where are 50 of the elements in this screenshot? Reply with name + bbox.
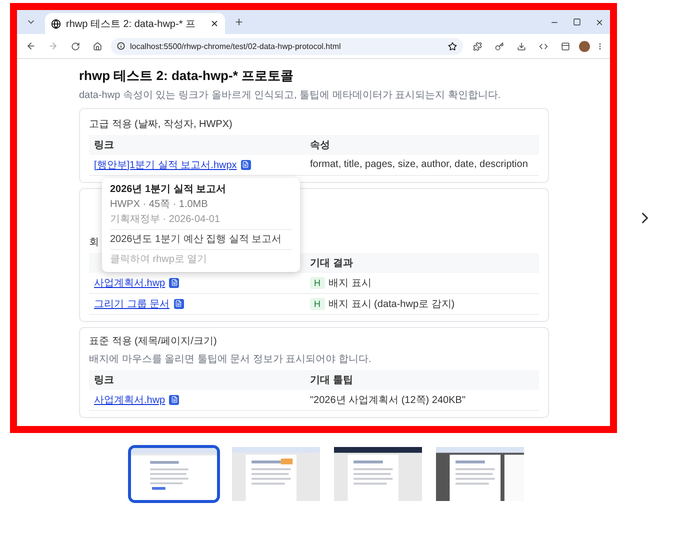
link[interactable]: 사업계획서.hwp xyxy=(94,392,166,406)
format-tag: H xyxy=(310,298,324,310)
panel-icon xyxy=(560,42,570,50)
info-icon xyxy=(117,42,125,50)
tooltip-hint: 클릭하여 rhwp로 열기 xyxy=(110,248,292,266)
page-description: data-hwp 속성이 있는 링크가 올바르게 인식되고, 툴팁에 메타데이터가 표시되는지 확인합니다. xyxy=(79,90,502,102)
download-icon xyxy=(516,42,526,50)
result-text: 배지 표시 (data-hwp로 감지) xyxy=(328,298,455,310)
column-header: 속성 xyxy=(305,134,539,154)
tooltip-meta: HWPX · 45쪽 · 1.0MB xyxy=(110,198,209,210)
column-header: 기대 툴팁 xyxy=(305,370,539,390)
bookmark-icon[interactable] xyxy=(448,42,457,50)
link[interactable]: [행안부]1분기 실적 보고서.hwpx xyxy=(94,158,237,172)
tooltip-title: 2026년 1분기 실적 보고서 xyxy=(110,184,228,196)
section-title: 고급 적용 (날짜, 작성자, HWPX) xyxy=(89,118,232,130)
code-icon xyxy=(538,42,548,50)
key-icon xyxy=(494,42,504,50)
close-icon[interactable] xyxy=(210,19,219,28)
forward-arrow-icon xyxy=(48,41,58,51)
file-badge-icon xyxy=(174,298,184,308)
back-arrow-icon xyxy=(26,41,36,51)
column-header: 기대 결과 xyxy=(305,252,539,272)
tooltip-text: "2026년 사업계획서 (12쪽) 240KB" xyxy=(310,394,466,406)
file-badge-icon xyxy=(240,160,251,170)
globe-icon xyxy=(51,18,61,28)
plus-icon xyxy=(234,17,244,27)
address-bar[interactable]: localhost:5500/rhwp-chrome/test/02-data-hwp-protocol.html xyxy=(111,38,463,54)
attribute-list: format, title, pages, size, author, date, description xyxy=(310,159,528,170)
result-text: 배지 표시 xyxy=(328,276,372,290)
link[interactable]: 사업계획서.hwp xyxy=(94,276,166,290)
link[interactable]: 그리기 그룹 문서 xyxy=(94,296,170,310)
tab-title: rhwp 테스트 2: data-hwp-* 프 xyxy=(66,18,196,30)
section-title: 표준 적용 (제목/페이지/크기) xyxy=(89,334,217,348)
tooltip-source: 기획재정부 · 2026-04-01 xyxy=(110,214,222,226)
file-badge-icon xyxy=(169,278,180,288)
page-title: rhwp 테스트 2: data-hwp-* 프로토콜 xyxy=(79,67,294,85)
section-title: 회 xyxy=(89,236,99,248)
reload-icon xyxy=(70,42,80,50)
browser-tab[interactable]: rhwp 테스트 2: data-hwp-* 프 xyxy=(45,13,225,34)
close-icon[interactable] xyxy=(595,18,604,26)
puzzle-icon xyxy=(472,42,482,50)
section-note: 배지에 마우스를 올리면 툴팁에 문서 정보가 표시되어야 합니다. xyxy=(89,352,372,366)
profile-avatar[interactable] xyxy=(579,40,590,52)
tooltip-description: 2026년도 1분기 예산 집행 실적 보고서 xyxy=(110,228,292,246)
format-tag: H xyxy=(310,276,324,288)
home-icon xyxy=(92,42,102,50)
column-header: 링크 xyxy=(89,134,305,154)
column-header: 링크 xyxy=(89,370,305,390)
file-badge-icon xyxy=(169,394,180,404)
maximize-icon[interactable] xyxy=(573,18,581,26)
